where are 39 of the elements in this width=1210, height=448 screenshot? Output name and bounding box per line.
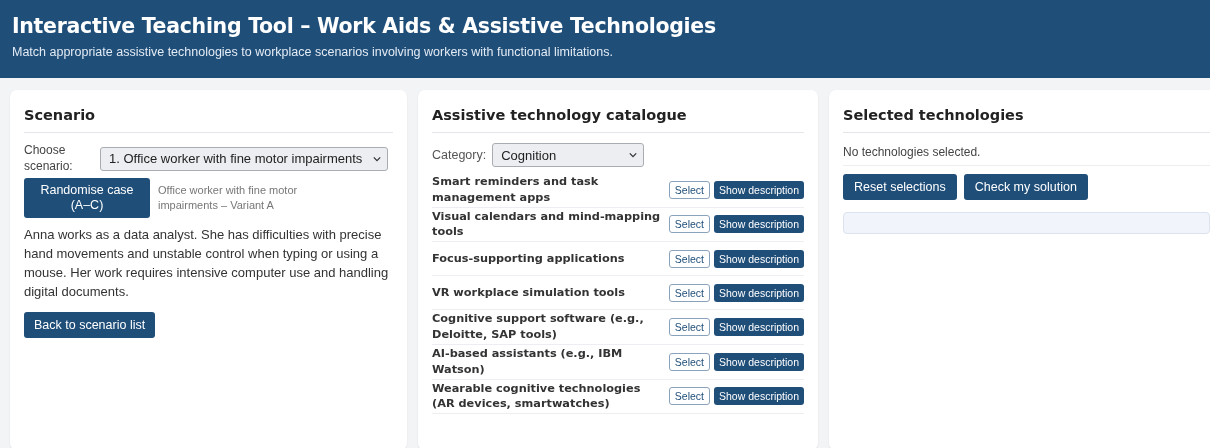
select-button[interactable]: Select: [668, 249, 711, 268]
randomise-button[interactable]: Randomise case (A–C): [24, 178, 150, 219]
technology-name: Smart reminders and task management apps: [432, 174, 600, 206]
show-description-button[interactable]: Show description: [714, 249, 804, 268]
technology-name: AI-based assistants (e.g., IBM Watson): [432, 345, 624, 378]
chevron-icon: [373, 155, 381, 162]
technology-name: Visual calendars and mind-mapping tools: [432, 208, 662, 241]
select-button[interactable]: Select: [668, 387, 711, 406]
show-description-button[interactable]: Show description: [714, 352, 804, 371]
show-description-button[interactable]: Show description: [714, 215, 804, 234]
show-description-button[interactable]: Show description: [714, 180, 804, 199]
page-title: Interactive Teaching Tool – Work Aids & Assistive Technologies: [12, 14, 716, 38]
page-subtitle: Match appropriate assistive technologies to workplace scenarios involving workers with functional limitations.: [12, 45, 613, 59]
check-button[interactable]: Check my solution: [963, 174, 1088, 200]
field-label: Category:: [432, 148, 487, 162]
scenario-description: Anna works as a data analyst. She has difficulties with precise hand movements and unstable control when typing or using a mouse. Her work requires intensive computer use and handling digital documents.: [24, 226, 390, 301]
panel-title: Selected technologies: [843, 104, 1210, 133]
show-description-button[interactable]: Show description: [714, 387, 804, 406]
field-label: Choose scenario:: [24, 143, 74, 175]
empty-message: No technologies selected.: [843, 143, 1210, 166]
select-button[interactable]: Select: [668, 318, 711, 337]
select-button[interactable]: Select: [668, 180, 711, 199]
panel-title: Scenario: [24, 104, 393, 133]
panel-title: Assistive technology catalogue: [432, 104, 804, 133]
back-button[interactable]: Back to scenario list: [24, 311, 156, 338]
case-label: Office worker with fine motor impairments – Variant A: [158, 183, 299, 214]
select-button[interactable]: Select: [668, 352, 711, 371]
technology-name: Focus-supporting applications: [432, 250, 626, 267]
technology-name: Wearable cognitive technologies (AR devices, smartwatches): [432, 380, 642, 413]
dropdown[interactable]: 1. Office worker with fine motor impairments: [100, 146, 388, 171]
dropdown[interactable]: Cognition: [492, 143, 645, 167]
chevron-icon: [629, 152, 638, 158]
select-button[interactable]: Select: [668, 283, 711, 302]
select-button[interactable]: Select: [668, 215, 711, 234]
reset-button[interactable]: Reset selections: [843, 174, 957, 200]
technology-name: VR workplace simulation tools: [432, 284, 626, 301]
show-description-button[interactable]: Show description: [714, 283, 804, 302]
technology-name: Cognitive support software (e.g., Deloitte, SAP tools): [432, 311, 645, 343]
show-description-button[interactable]: Show description: [714, 318, 804, 337]
